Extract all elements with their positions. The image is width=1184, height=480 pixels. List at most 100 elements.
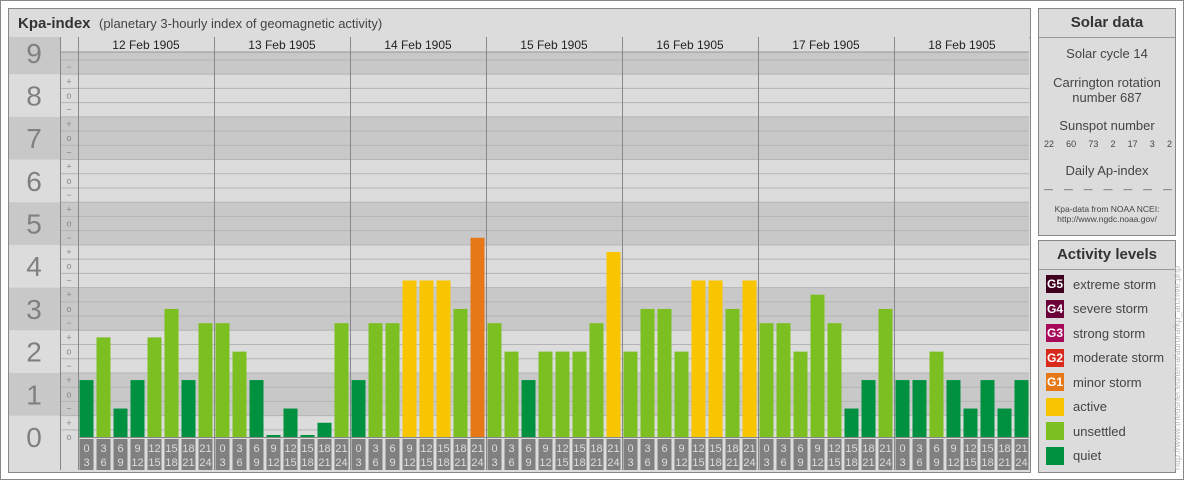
legend-label: minor storm [1073, 374, 1142, 390]
legend-item-severe-storm: G4 severe storm [1046, 299, 1149, 318]
kp-axis-label: 4 [26, 251, 42, 282]
time-slot-label: 24 [335, 457, 347, 469]
kp-band-3 [9, 287, 1029, 331]
time-slot-label: 0 [627, 443, 633, 455]
time-slot-label: 18 [709, 457, 721, 469]
time-slot-label: 9 [270, 443, 276, 455]
time-slot-label: 12 [148, 443, 160, 455]
time-slot-label: 6 [780, 457, 786, 469]
ap-value: — [1083, 184, 1093, 194]
kp-subtick-label: o [66, 389, 71, 399]
source-line-1: Kpa-data from NOAA NCEI: [1054, 204, 1160, 214]
legend-label: strong storm [1073, 325, 1146, 341]
time-slot-label: 6 [253, 443, 259, 455]
time-slot-label: 15 [964, 457, 976, 469]
time-slot-label: 9 [542, 443, 548, 455]
time-slot-label: 18 [845, 457, 857, 469]
time-slot-label: 0 [763, 443, 769, 455]
kp-band-9 [9, 52, 1029, 75]
legend-label: severe storm [1073, 301, 1149, 316]
kp-axis-label: 0 [26, 422, 42, 453]
kp-bar [317, 422, 332, 437]
kp-bar [79, 380, 94, 437]
source-link[interactable]: http://www.ngdc.noaa.gov/ [1039, 214, 1175, 224]
time-slot-label: 12 [828, 443, 840, 455]
kp-bar [708, 280, 723, 437]
kp-axis-label: 9 [26, 38, 42, 69]
kp-subtick-label: − [66, 318, 71, 328]
legend-swatch: G4 [1046, 299, 1064, 318]
kp-axis-label: 6 [26, 166, 42, 197]
time-slot-label: 3 [916, 443, 922, 455]
legend-swatch [1046, 422, 1064, 440]
legend-swatch: G5 [1046, 275, 1064, 293]
kp-bar [691, 280, 706, 437]
kp-subtick-label: o [66, 133, 71, 143]
time-slot-label: 18 [437, 457, 449, 469]
time-slot-label: 12 [947, 457, 959, 469]
time-slot-label: 18 [301, 457, 313, 469]
ap-value: — [1162, 184, 1172, 194]
kp-bar [487, 323, 502, 437]
time-slot-label: 21 [471, 443, 483, 455]
kp-band-1 [9, 372, 1029, 416]
kp-bar [334, 323, 349, 437]
day-label: 13 Feb 1905 [248, 38, 316, 52]
kp-subtick-label: o [66, 432, 71, 442]
time-slot-label: 6 [797, 443, 803, 455]
legend-swatch [1046, 397, 1064, 416]
kp-bar [283, 408, 298, 437]
kp-subtick-label: − [66, 233, 71, 243]
time-slot-label: 15 [828, 457, 840, 469]
time-slot-label: 18 [165, 457, 177, 469]
activity-levels-panel: Activity levels G5 extreme storm G4 severe … [1038, 240, 1176, 473]
kp-bar [385, 323, 400, 437]
time-slot-label: 3 [355, 457, 361, 469]
kp-bar [521, 380, 536, 437]
time-slot-label: 18 [981, 457, 993, 469]
time-slot-label: 9 [525, 457, 531, 469]
time-slot-label: 18 [318, 443, 330, 455]
kp-bar [946, 380, 961, 437]
time-slot-label: 9 [134, 443, 140, 455]
time-slot-label: 3 [508, 443, 514, 455]
legend-item-active: active [1046, 397, 1107, 416]
time-slot-label: 6 [372, 457, 378, 469]
legend-swatch: G3 [1046, 324, 1064, 342]
ap-value: — [1103, 184, 1113, 194]
kp-axis-label: 3 [26, 294, 42, 325]
time-slot-label: 21 [743, 443, 755, 455]
time-slot-label: 15 [981, 443, 993, 455]
kp-subtick-label: − [66, 62, 71, 72]
time-slot-label: 15 [709, 443, 721, 455]
solar-cycle: Solar cycle 14 [1066, 46, 1148, 61]
time-slot-label: 3 [219, 457, 225, 469]
carrington-line-2: number 687 [1072, 90, 1142, 105]
kp-band-7 [9, 116, 1029, 160]
sunspot-value: 17 [1127, 139, 1138, 149]
kp-subtick-label: o [66, 90, 71, 100]
time-slot-label: 21 [182, 457, 194, 469]
kp-subtick-label: − [66, 147, 71, 157]
kp-subtick-label: o [66, 347, 71, 357]
kp-subtick-label: o [66, 219, 71, 229]
kp-chart: 0123456789o+−o+−o+−o+−o+−o+−o+−o+−o+−12 … [9, 37, 1029, 470]
kp-bar [742, 280, 757, 437]
legend-label: active [1073, 399, 1107, 414]
kp-bar [96, 337, 111, 437]
time-slot-label: 6 [100, 457, 106, 469]
time-slot-label: 0 [219, 443, 225, 455]
kp-band-5 [9, 202, 1029, 245]
kp-bar [725, 308, 740, 437]
kp-subtick-label: + [66, 162, 71, 172]
kp-bar [1014, 380, 1029, 437]
time-slot-label: 24 [1015, 457, 1027, 469]
time-slot-label: 24 [471, 457, 483, 469]
activity-levels-heading: Activity levels [1039, 241, 1175, 270]
time-slot-label: 15 [148, 457, 160, 469]
time-slot-label: 21 [726, 457, 738, 469]
time-slot-label: 21 [998, 457, 1010, 469]
kp-bar [436, 280, 451, 437]
time-slot-label: 12 [692, 443, 704, 455]
sunspot-value: 3 [1149, 139, 1155, 149]
